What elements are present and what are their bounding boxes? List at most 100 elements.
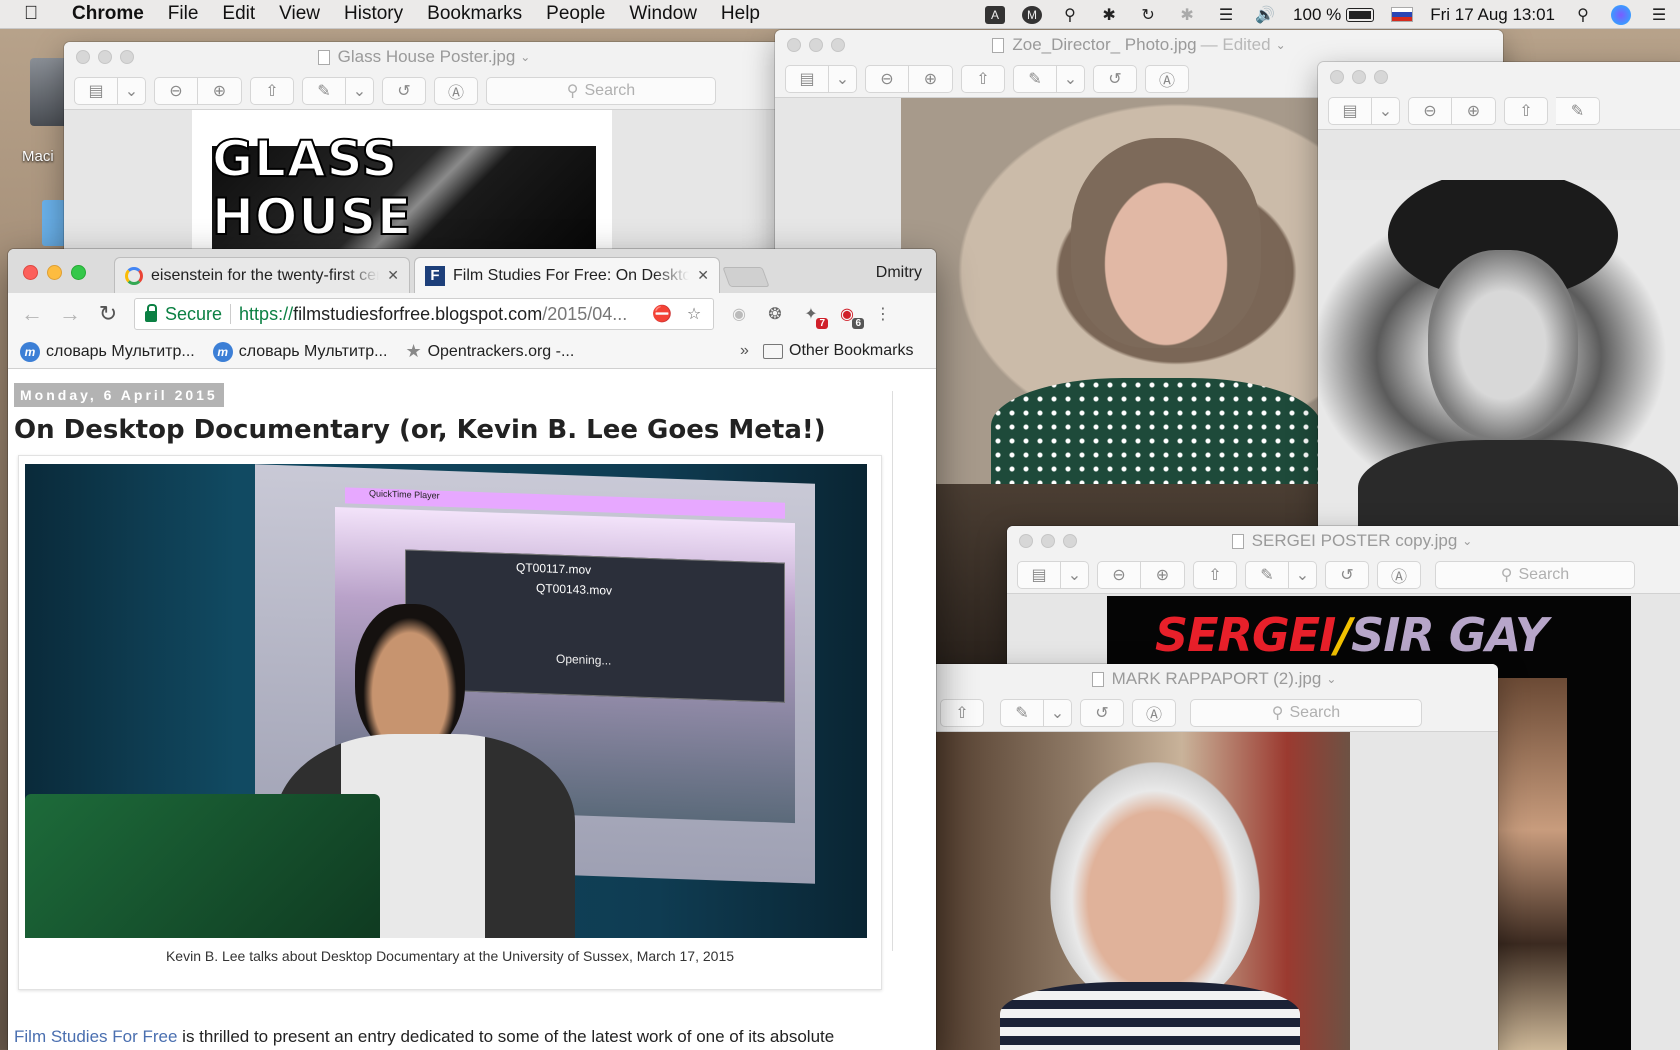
menu-app-chrome[interactable]: Chrome [72, 3, 144, 25]
window-titlebar[interactable]: MARK RAPPAPORT (2).jpg ⌄ [930, 664, 1498, 694]
markup-pen-button[interactable]: ✎ [1000, 698, 1044, 727]
other-bookmarks-folder[interactable]: Other Bookmarks [763, 342, 913, 360]
reload-icon[interactable]: ↻ [96, 301, 120, 327]
gear-icon[interactable]: ✱ [1098, 5, 1120, 25]
window-titlebar[interactable] [1318, 62, 1680, 92]
adobe-icon[interactable]: A [985, 5, 1006, 24]
bookmarks-overflow-button[interactable]: » [740, 342, 749, 360]
share-button[interactable]: ⇧ [1504, 96, 1548, 125]
markup-toolbar-button[interactable]: Ⓐ [1145, 64, 1189, 93]
menu-view[interactable]: View [279, 3, 320, 25]
antenna-icon[interactable]: ⚲ [1059, 5, 1081, 25]
kevin-lee-talk-photo[interactable]: QuickTime Player QT00117.mov QT00143.mov… [25, 464, 867, 938]
zoom-button[interactable] [71, 265, 86, 280]
markup-toolbar-button[interactable]: Ⓐ [1132, 698, 1176, 727]
markup-pen-button[interactable]: ✎ [1013, 64, 1057, 93]
hard-drive-label[interactable]: Maci [22, 148, 54, 165]
bookmark-multitran-2[interactable]: m словарь Мультитр... [212, 341, 387, 362]
minimize-button[interactable] [809, 38, 823, 52]
film-reel-icon[interactable]: ❂ [764, 303, 786, 325]
close-button[interactable] [1330, 70, 1344, 84]
bookmark-opentrackers[interactable]: ★ Opentrackers.org -... [405, 341, 574, 362]
chevron-down-icon[interactable]: ⌄ [118, 76, 146, 105]
menu-dots-icon[interactable]: ⋮ [872, 303, 894, 325]
menu-file[interactable]: File [168, 3, 199, 25]
share-button[interactable]: ⇧ [961, 64, 1005, 93]
chevron-down-icon[interactable]: ⌄ [829, 64, 857, 93]
window-titlebar[interactable]: SERGEI POSTER copy.jpg ⌄ [1007, 526, 1680, 556]
zoom-button[interactable] [120, 50, 134, 64]
chevron-down-icon[interactable]: ⌄ [1462, 534, 1472, 548]
share-button[interactable]: ⇧ [940, 698, 984, 727]
markup-toolbar-button[interactable]: Ⓐ [434, 76, 478, 105]
sidebar-toggle-button[interactable]: ▤ [785, 64, 829, 93]
minimize-button[interactable] [1041, 534, 1055, 548]
close-button[interactable] [76, 50, 90, 64]
rotate-button[interactable]: ↺ [1325, 560, 1369, 589]
bookmark-multitran-1[interactable]: m словарь Мультитр... [20, 341, 195, 362]
back-arrow-icon[interactable]: ← [20, 301, 44, 327]
adblock-icon[interactable]: ◉ 6 [836, 303, 864, 329]
share-button[interactable]: ⇧ [250, 76, 294, 105]
siri-icon[interactable] [1611, 4, 1631, 25]
notification-center-icon[interactable]: ☰ [1648, 5, 1670, 25]
chevron-down-icon[interactable]: ⌄ [346, 76, 374, 105]
zoom-button[interactable] [1063, 534, 1077, 548]
search-field[interactable]: ⚲ Search [486, 76, 716, 105]
window-titlebar[interactable]: Glass House Poster.jpg ⌄ [64, 42, 784, 72]
wifi-icon[interactable]: ☰ [1215, 5, 1237, 25]
rotate-button[interactable]: ↺ [1080, 698, 1124, 727]
sidebar-toggle-button[interactable]: ▤ [1017, 560, 1061, 589]
new-tab-button[interactable] [722, 267, 770, 287]
close-button[interactable] [23, 265, 38, 280]
spotlight-search-icon[interactable]: ⚲ [1572, 5, 1594, 25]
blog-name-link[interactable]: Film Studies For Free [14, 1027, 177, 1046]
sidebar-toggle-button[interactable]: ▤ [1328, 96, 1372, 125]
chevron-down-icon[interactable]: ⌄ [1061, 560, 1089, 589]
menu-history[interactable]: History [344, 3, 403, 25]
search-field[interactable]: ⚲ Search [1435, 560, 1635, 589]
chevron-down-icon[interactable]: ⌄ [1326, 672, 1336, 686]
close-button[interactable] [787, 38, 801, 52]
zoom-out-button[interactable]: ⊖ [1097, 560, 1141, 589]
post-title[interactable]: On Desktop Documentary (or, Kevin B. Lee… [14, 415, 826, 445]
camera-icon[interactable]: ◉ [728, 303, 750, 325]
zoom-out-button[interactable]: ⊖ [865, 64, 909, 93]
blocked-popup-icon[interactable]: ⛔ [651, 303, 673, 325]
russian-flag-icon[interactable] [1391, 7, 1414, 22]
tab-close-icon[interactable]: ✕ [387, 267, 399, 284]
address-bar[interactable]: Secure https://filmstudiesforfree.blogsp… [134, 298, 714, 330]
rotate-button[interactable]: ↺ [382, 76, 426, 105]
markup-pen-button[interactable]: ✎ [1556, 96, 1600, 125]
tab-film-studies[interactable]: F Film Studies For Free: On Desktop Docu… [414, 257, 720, 293]
volume-icon[interactable]: 🔊 [1254, 5, 1276, 25]
zoom-out-button[interactable]: ⊖ [1408, 96, 1452, 125]
markup-pen-button[interactable]: ✎ [1245, 560, 1289, 589]
sidebar-toggle-button[interactable]: ▤ [74, 76, 118, 105]
folder-icon[interactable] [42, 200, 66, 246]
tab-close-icon[interactable]: ✕ [697, 267, 709, 284]
zoom-in-button[interactable]: ⊕ [198, 76, 242, 105]
malwarebytes-icon[interactable]: M [1022, 5, 1043, 24]
window-titlebar[interactable]: Zoe_Director_ Photo.jpg — Edited ⌄ [775, 30, 1503, 60]
chevron-down-icon[interactable]: ⌄ [1289, 560, 1317, 589]
rotate-button[interactable]: ↺ [1093, 64, 1137, 93]
close-button[interactable] [1019, 534, 1033, 548]
minimize-button[interactable] [47, 265, 62, 280]
search-field[interactable]: ⚲ Search [1190, 698, 1422, 727]
forward-arrow-icon[interactable]: → [58, 301, 82, 327]
apple-icon[interactable]:  [24, 3, 54, 25]
zoom-in-button[interactable]: ⊕ [1141, 560, 1185, 589]
share-button[interactable]: ⇧ [1193, 560, 1237, 589]
zoom-button[interactable] [1374, 70, 1388, 84]
bookmark-star-icon[interactable]: ☆ [683, 303, 705, 325]
minimize-button[interactable] [1352, 70, 1366, 84]
clock[interactable]: Fri 17 Aug 13:01 [1430, 5, 1555, 25]
profile-name[interactable]: Dmitry [876, 264, 922, 282]
menu-help[interactable]: Help [721, 3, 760, 25]
zoom-out-button[interactable]: ⊖ [154, 76, 198, 105]
markup-pen-button[interactable]: ✎ [302, 76, 346, 105]
menu-people[interactable]: People [546, 3, 605, 25]
menu-bookmarks[interactable]: Bookmarks [427, 3, 522, 25]
battery-status[interactable]: 100 % [1293, 5, 1375, 25]
